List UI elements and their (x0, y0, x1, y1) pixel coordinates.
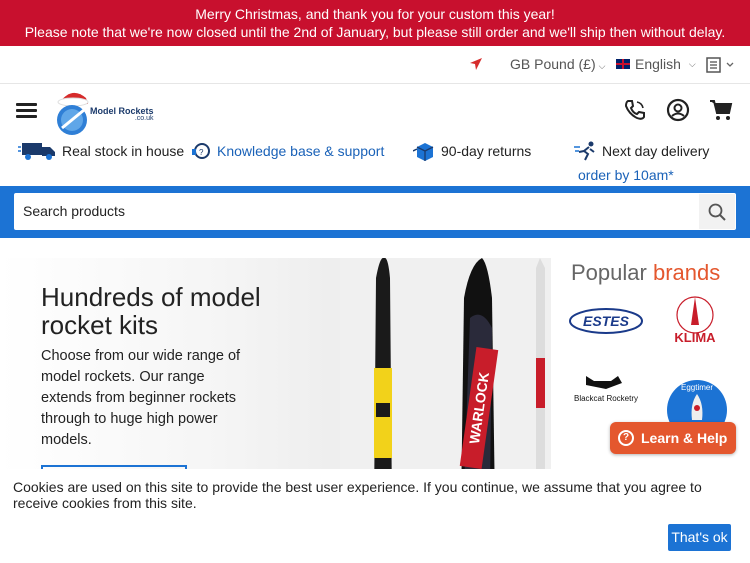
logo-suffix: .co.uk (134, 115, 154, 122)
site-logo[interactable]: Model Rockets .co.uk (54, 88, 166, 136)
location-arrow-icon[interactable] (469, 57, 483, 71)
announcement-line-1: Merry Christmas, and thank you for your … (195, 6, 555, 22)
currency-label: GB Pound (£) (510, 56, 596, 72)
usp-label: Real stock in house (62, 143, 185, 159)
returns-box-icon (413, 143, 434, 161)
cookie-text: Cookies are used on this site to provide… (13, 479, 702, 511)
brand-logo-klima[interactable]: KLIMA (665, 295, 725, 345)
brand-blackcat-text: Blackcat Rocketry (574, 394, 638, 403)
cookie-banner: Cookies are used on this site to provide… (0, 469, 750, 563)
cart-icon[interactable] (709, 98, 733, 122)
usp-next-day: Next day delivery order by 10am* (574, 141, 736, 185)
hero-body: Choose from our wide range of model rock… (41, 348, 241, 448)
runner-icon (574, 141, 595, 161)
top-utility-bar: GB Pound (£) ⌵ English ⌵ (0, 46, 750, 84)
hamburger-menu-icon[interactable] (16, 103, 37, 118)
usp-label: Next day delivery (602, 143, 710, 159)
chevron-down-icon: ⌵ (688, 58, 696, 69)
uk-flag-icon (616, 59, 630, 69)
search-input[interactable] (23, 203, 683, 219)
list-menu-dropdown[interactable] (706, 57, 736, 76)
usp-knowledge-link[interactable]: Knowledge base & support (217, 141, 384, 161)
brand-eggtimer-text: Eggtimer (681, 383, 713, 392)
brand-logo-estes[interactable]: ESTES (568, 306, 644, 336)
site-header: Model Rockets .co.uk (0, 84, 750, 136)
chevron-down-icon: ⌵ (598, 61, 606, 71)
question-circle-icon: ? (618, 430, 634, 446)
search-button[interactable] (699, 194, 735, 229)
announcement-line-2: Please note that we're now closed until … (24, 24, 726, 40)
usp-label: 90-day returns (441, 143, 532, 159)
brand-logo-blackcat[interactable]: Blackcat Rocketry (566, 373, 646, 405)
popular-brands-heading: Popular brands (571, 260, 720, 286)
usp-knowledge-base[interactable]: ? Knowledge base & support (191, 141, 384, 161)
usp-real-stock: Real stock in house (18, 141, 184, 161)
phone-icon[interactable] (623, 98, 647, 122)
list-icon (706, 57, 734, 73)
help-label: Learn & Help (641, 430, 728, 446)
brands-title-b: brands (652, 260, 721, 285)
support-icon: ? (192, 143, 210, 159)
cookie-accept-button[interactable]: That's ok (668, 524, 731, 551)
currency-selector[interactable]: GB Pound (£) ⌵ (510, 56, 605, 72)
brand-estes-text: ESTES (583, 313, 630, 329)
search-icon (708, 203, 726, 221)
account-icon[interactable] (666, 98, 690, 122)
logo-wordmark: Model Rockets .co.uk (90, 107, 154, 123)
usp-returns: 90-day returns (413, 141, 531, 161)
delivery-truck-icon (18, 143, 55, 160)
brands-title-a: Popular (571, 260, 647, 285)
language-label: English (635, 56, 681, 72)
logo-globe-icon (57, 92, 89, 135)
search-bar-band (0, 186, 750, 238)
brand-klima-text: KLIMA (674, 330, 716, 345)
hero-title: Hundreds of model rocket kits (41, 282, 261, 340)
svg-text:?: ? (199, 148, 204, 157)
announcement-banner: Merry Christmas, and thank you for your … (0, 0, 750, 46)
usp-order-cutoff-link[interactable]: order by 10am* (578, 165, 674, 185)
language-selector[interactable]: English ⌵ (616, 56, 696, 72)
search-box (14, 193, 736, 230)
learn-help-button[interactable]: ? Learn & Help (610, 422, 736, 454)
